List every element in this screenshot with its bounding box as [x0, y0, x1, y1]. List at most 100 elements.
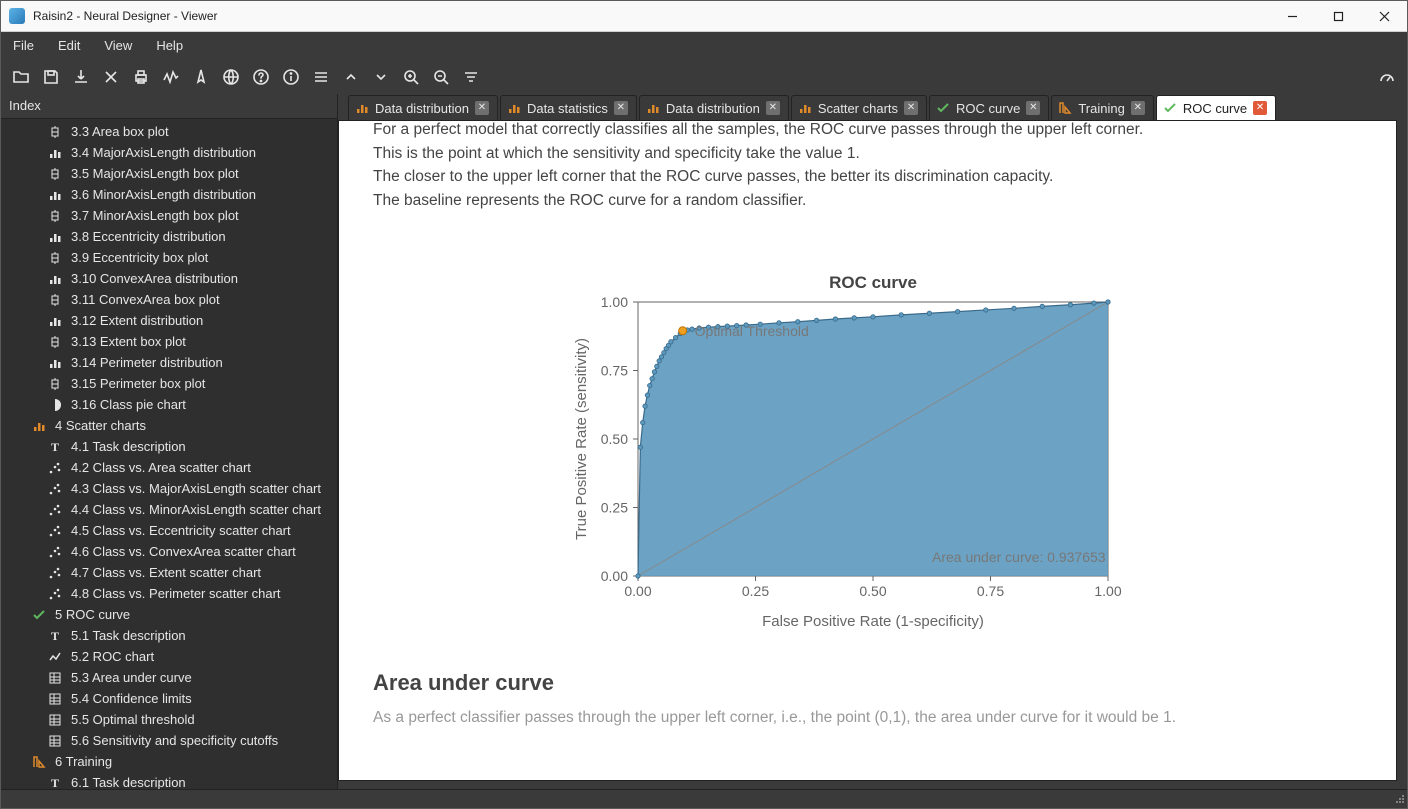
tree-item[interactable]: 4 Scatter charts [1, 415, 337, 436]
tab-close-icon[interactable]: ✕ [1253, 101, 1267, 115]
tree-item[interactable]: 5.4 Confidence limits [1, 688, 337, 709]
expand-down-icon[interactable] [367, 63, 395, 91]
tree-item[interactable]: 3.8 Eccentricity distribution [1, 226, 337, 247]
tab[interactable]: Data distribution ✕ [348, 95, 498, 120]
tree-item-label: 3.13 Extent box plot [71, 334, 186, 349]
text-icon: T [47, 775, 63, 790]
tree-item[interactable]: 5.5 Optimal threshold [1, 709, 337, 730]
download-icon[interactable] [67, 63, 95, 91]
tree-item-label: 3.11 ConvexArea box plot [71, 292, 220, 307]
close-button[interactable] [1361, 1, 1407, 31]
tab[interactable]: Data statistics✕ [500, 95, 637, 120]
tree-item[interactable]: 4.4 Class vs. MinorAxisLength scatter ch… [1, 499, 337, 520]
tab-label: Data distribution [375, 101, 469, 116]
tree-item-label: 5.4 Confidence limits [71, 691, 192, 706]
tree-item[interactable]: 4.3 Class vs. MajorAxisLength scatter ch… [1, 478, 337, 499]
tree-item[interactable]: 3.4 MajorAxisLength distribution [1, 142, 337, 163]
list-icon[interactable] [307, 63, 335, 91]
tree-item[interactable]: 5.3 Area under curve [1, 667, 337, 688]
tree-item[interactable]: 4.5 Class vs. Eccentricity scatter chart [1, 520, 337, 541]
pie-icon [47, 397, 63, 413]
tab-close-icon[interactable]: ✕ [1131, 101, 1145, 115]
line-icon [47, 649, 63, 665]
dots-icon [47, 565, 63, 581]
zoom-in-icon[interactable] [397, 63, 425, 91]
tree-item[interactable]: 4.2 Class vs. Area scatter chart [1, 457, 337, 478]
help-icon[interactable] [247, 63, 275, 91]
tree-item[interactable]: 5 ROC curve [1, 604, 337, 625]
tree-item-label: 3.9 Eccentricity box plot [71, 250, 208, 265]
document-scroll[interactable]: For a perfect model that correctly class… [338, 120, 1397, 781]
tree-item[interactable]: 4.8 Class vs. Perimeter scatter chart [1, 583, 337, 604]
tree-item[interactable]: 6 Training [1, 751, 337, 772]
menu-file[interactable]: File [1, 32, 46, 60]
dots-icon [47, 523, 63, 539]
tree-item[interactable]: 3.11 ConvexArea box plot [1, 289, 337, 310]
info-icon[interactable] [277, 63, 305, 91]
save-icon[interactable] [37, 63, 65, 91]
menu-help[interactable]: Help [144, 32, 195, 60]
box-icon [47, 166, 63, 182]
tree-item[interactable]: 5.2 ROC chart [1, 646, 337, 667]
tab[interactable]: Scatter charts ✕ [791, 95, 927, 120]
tree-item[interactable]: 3.6 MinorAxisLength distribution [1, 184, 337, 205]
tab[interactable]: ROC curve ✕ [1156, 95, 1276, 120]
tree-item[interactable]: 3.12 Extent distribution [1, 310, 337, 331]
collapse-up-icon[interactable] [337, 63, 365, 91]
tab-label: ROC curve [1183, 101, 1247, 116]
text-icon: T [47, 628, 63, 644]
svg-text:Area under curve: 0.937653: Area under curve: 0.937653 [932, 549, 1106, 565]
tab-close-icon[interactable]: ✕ [904, 101, 918, 115]
signal-icon[interactable] [157, 63, 185, 91]
tree-item[interactable]: T6.1 Task description [1, 772, 337, 789]
tree-item[interactable]: 3.15 Perimeter box plot [1, 373, 337, 394]
tree-item[interactable]: 4.7 Class vs. Extent scatter chart [1, 562, 337, 583]
print-icon[interactable] [127, 63, 155, 91]
maximize-button[interactable] [1315, 1, 1361, 31]
status-bar [1, 789, 1407, 808]
tree-item[interactable]: T5.1 Task description [1, 625, 337, 646]
tree-item[interactable]: 3.16 Class pie chart [1, 394, 337, 415]
table-icon [47, 670, 63, 686]
tab-label: Scatter charts [818, 101, 898, 116]
svg-text:False Positive Rate (1-specifi: False Positive Rate (1-specificity) [762, 613, 984, 630]
tab[interactable]: Training✕ [1051, 95, 1153, 120]
globe-icon[interactable] [217, 63, 245, 91]
tab[interactable]: ROC curve ✕ [929, 95, 1049, 120]
open-file-icon[interactable] [7, 63, 35, 91]
minimize-button[interactable] [1269, 1, 1315, 31]
tab-close-icon[interactable]: ✕ [475, 101, 489, 115]
doc-paragraph: The baseline represents the ROC curve fo… [373, 190, 1362, 212]
tree-item[interactable]: 3.10 ConvexArea distribution [1, 268, 337, 289]
tree-item-label: 6 Training [55, 754, 112, 769]
document: For a perfect model that correctly class… [339, 121, 1396, 761]
tree-item-label: 3.5 MajorAxisLength box plot [71, 166, 239, 181]
dots-icon [47, 502, 63, 518]
tree-item[interactable]: 5.6 Sensitivity and specificity cutoffs [1, 730, 337, 751]
tree-item-label: 4.4 Class vs. MinorAxisLength scatter ch… [71, 502, 321, 517]
tree-item[interactable]: 3.13 Extent box plot [1, 331, 337, 352]
tree-item[interactable]: 3.5 MajorAxisLength box plot [1, 163, 337, 184]
tab-label: ROC curve [956, 101, 1020, 116]
sort-icon[interactable] [457, 63, 485, 91]
resize-grip-icon[interactable] [1391, 790, 1407, 806]
index-tree[interactable]: 3.3 Area box plot3.4 MajorAxisLength dis… [1, 119, 337, 789]
delete-icon[interactable] [97, 63, 125, 91]
tab-close-icon[interactable]: ✕ [614, 101, 628, 115]
menu-edit[interactable]: Edit [46, 32, 92, 60]
tab[interactable]: Data distribution✕ [639, 95, 789, 120]
zoom-out-icon[interactable] [427, 63, 455, 91]
tree-item[interactable]: 3.3 Area box plot [1, 121, 337, 142]
gauge-icon[interactable] [1373, 63, 1401, 91]
training-icon [1058, 101, 1072, 115]
tab-close-icon[interactable]: ✕ [766, 101, 780, 115]
tree-item[interactable]: 4.6 Class vs. ConvexArea scatter chart [1, 541, 337, 562]
tree-item[interactable]: T4.1 Task description [1, 436, 337, 457]
tree-item[interactable]: 3.14 Perimeter distribution [1, 352, 337, 373]
tree-item[interactable]: 3.7 MinorAxisLength box plot [1, 205, 337, 226]
tab-close-icon[interactable]: ✕ [1026, 101, 1040, 115]
tree-item[interactable]: 3.9 Eccentricity box plot [1, 247, 337, 268]
menu-view[interactable]: View [92, 32, 144, 60]
tree-item-label: 3.14 Perimeter distribution [71, 355, 223, 370]
compass-icon[interactable] [187, 63, 215, 91]
